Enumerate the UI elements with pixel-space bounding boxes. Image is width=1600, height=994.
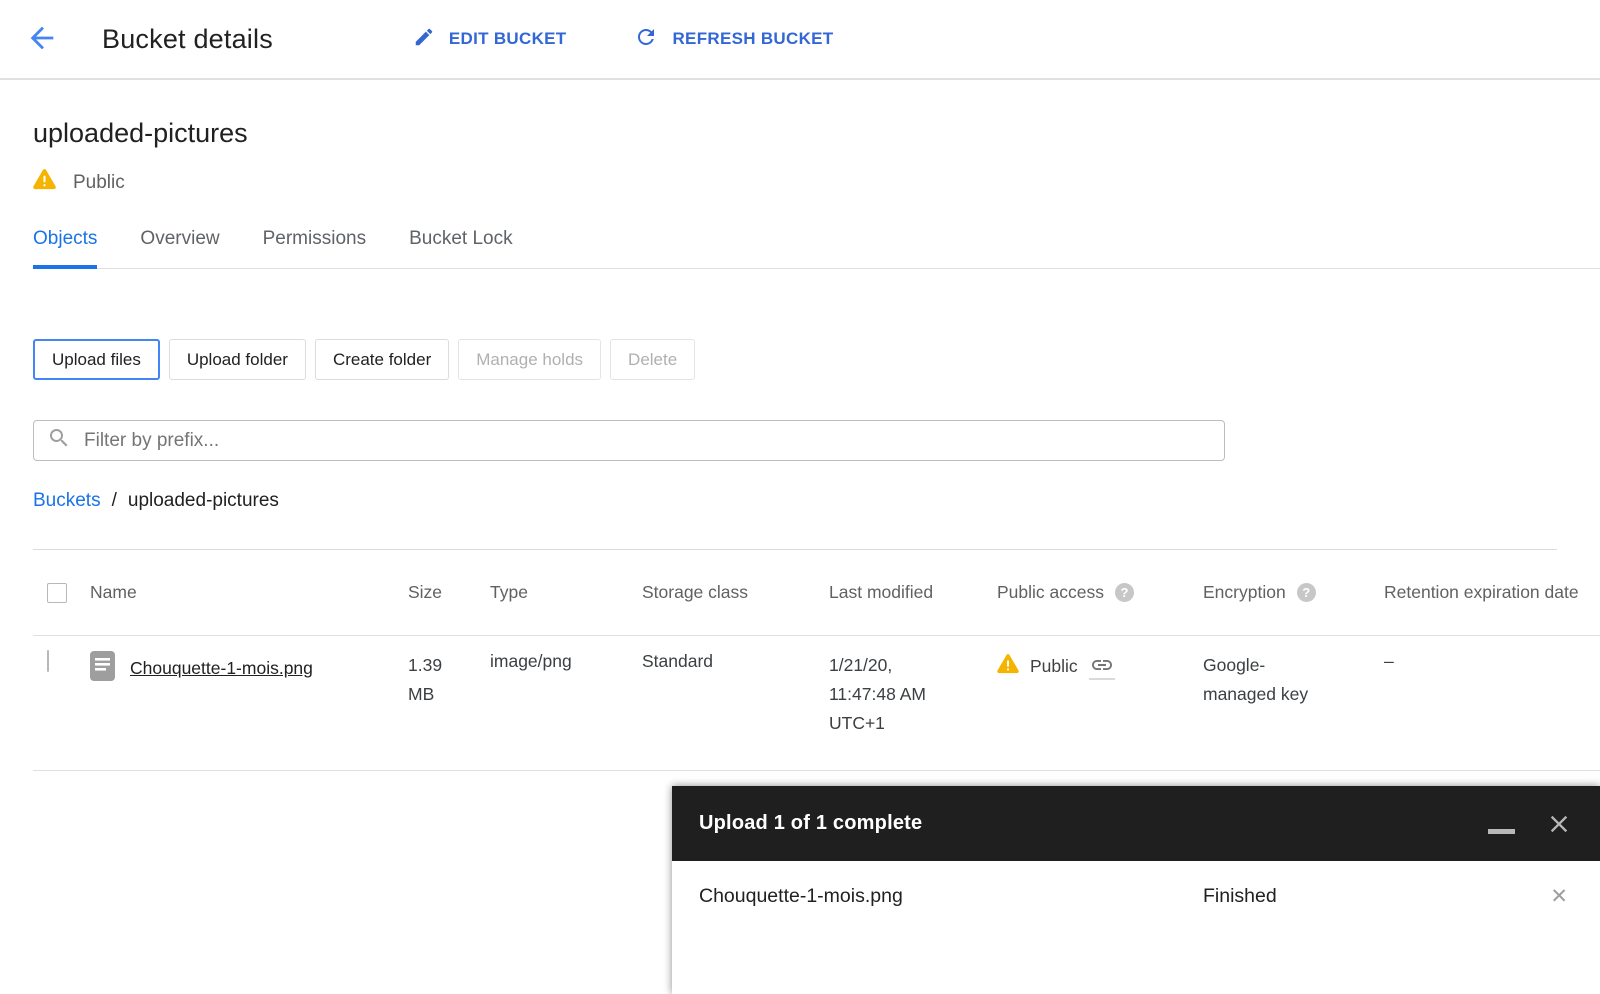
bucket-name: uploaded-pictures xyxy=(33,118,1600,149)
public-badge: Public xyxy=(33,169,1600,196)
main-content: uploaded-pictures Public Objects Overvie… xyxy=(0,118,1600,771)
select-all-checkbox[interactable] xyxy=(47,583,67,603)
column-header-retention-expiration: Retention expiration date xyxy=(1384,582,1600,603)
column-header-type: Type xyxy=(490,582,642,603)
upload-item-name: Chouquette-1-mois.png xyxy=(699,885,1203,908)
warning-icon xyxy=(33,169,56,196)
file-icon xyxy=(90,651,115,686)
page-title: Bucket details xyxy=(102,24,273,55)
refresh-bucket-label: REFRESH BUCKET xyxy=(672,29,833,49)
object-storage-class: Standard xyxy=(642,651,829,672)
back-button[interactable] xyxy=(22,19,62,59)
app-header: Bucket details EDIT BUCKET REFRESH BUCKE… xyxy=(0,0,1600,80)
upload-folder-button[interactable]: Upload folder xyxy=(169,339,306,380)
upload-panel-title: Upload 1 of 1 complete xyxy=(699,812,1488,835)
table-row: Chouquette-1-mois.png 1.39 MB image/png … xyxy=(33,636,1600,771)
tab-bucket-lock[interactable]: Bucket Lock xyxy=(409,228,513,269)
edit-bucket-button[interactable]: EDIT BUCKET xyxy=(413,26,567,53)
filter-box xyxy=(33,420,1225,461)
table-header-row: Name Size Type Storage class Last modifi… xyxy=(33,550,1600,636)
upload-item-status: Finished xyxy=(1203,885,1550,908)
dismiss-upload-item-icon[interactable]: ✕ xyxy=(1550,886,1573,907)
upload-item-row: Chouquette-1-mois.png Finished ✕ xyxy=(672,861,1600,908)
column-header-size: Size xyxy=(408,582,490,603)
public-badge-label: Public xyxy=(73,172,125,194)
delete-button: Delete xyxy=(610,339,695,380)
upload-panel-header: Upload 1 of 1 complete xyxy=(672,786,1600,861)
refresh-bucket-button[interactable]: REFRESH BUCKET xyxy=(634,25,833,54)
encryption-help-icon[interactable]: ? xyxy=(1297,583,1316,602)
objects-table: Name Size Type Storage class Last modifi… xyxy=(33,550,1600,771)
column-header-name: Name xyxy=(90,582,408,603)
breadcrumb: Buckets / uploaded-pictures xyxy=(33,490,1600,512)
public-link-icon[interactable] xyxy=(1089,653,1115,680)
breadcrumb-current: uploaded-pictures xyxy=(128,490,279,512)
tab-objects[interactable]: Objects xyxy=(33,228,97,269)
upload-files-button[interactable]: Upload files xyxy=(33,339,160,380)
refresh-icon xyxy=(634,25,658,54)
column-header-last-modified: Last modified xyxy=(829,582,997,603)
tab-permissions[interactable]: Permissions xyxy=(263,228,366,269)
column-header-public-access: Public access xyxy=(997,582,1104,603)
pencil-icon xyxy=(413,26,435,53)
search-icon xyxy=(47,426,71,455)
breadcrumb-separator: / xyxy=(112,490,117,512)
object-retention-expiration: – xyxy=(1384,651,1600,672)
manage-holds-button: Manage holds xyxy=(458,339,601,380)
create-folder-button[interactable]: Create folder xyxy=(315,339,449,380)
object-size: 1.39 MB xyxy=(408,651,458,709)
minimize-icon[interactable] xyxy=(1488,829,1515,834)
object-toolbar: Upload files Upload folder Create folder… xyxy=(33,339,1600,380)
object-encryption: Google-managed key xyxy=(1203,651,1315,709)
public-access-help-icon[interactable]: ? xyxy=(1115,583,1134,602)
filter-prefix-input[interactable] xyxy=(84,430,1211,452)
column-header-storage-class: Storage class xyxy=(642,582,829,603)
tab-overview[interactable]: Overview xyxy=(140,228,219,269)
upload-status-panel: Upload 1 of 1 complete Chouquette-1-mois… xyxy=(672,786,1600,994)
object-type: image/png xyxy=(490,651,642,672)
back-arrow-icon xyxy=(25,21,59,58)
close-icon[interactable] xyxy=(1545,810,1573,838)
tab-bar: Objects Overview Permissions Bucket Lock xyxy=(33,228,1600,269)
object-name-link[interactable]: Chouquette-1-mois.png xyxy=(130,658,313,679)
object-last-modified: 1/21/20, 11:47:48 AM UTC+1 xyxy=(829,651,961,738)
breadcrumb-buckets-link[interactable]: Buckets xyxy=(33,490,101,512)
row-checkbox[interactable] xyxy=(47,650,49,672)
warning-icon xyxy=(997,654,1019,679)
edit-bucket-label: EDIT BUCKET xyxy=(449,29,567,49)
column-header-encryption: Encryption xyxy=(1203,582,1286,603)
object-public-access: Public xyxy=(1030,656,1078,677)
